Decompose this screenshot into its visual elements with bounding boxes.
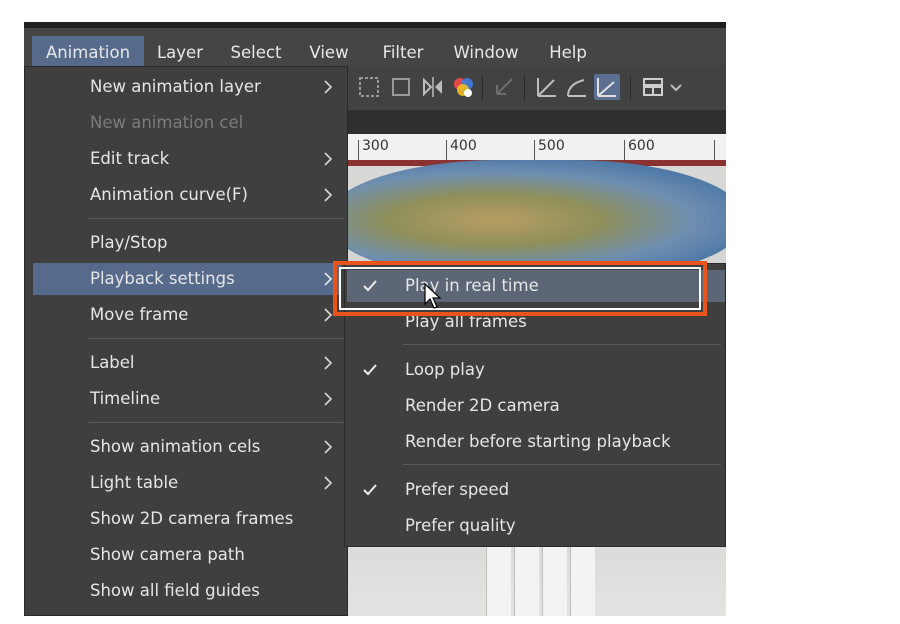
panel-header-band — [346, 110, 726, 134]
menu-bar: Animation Layer Select View Filter Windo… — [24, 22, 726, 72]
radiator-fin — [542, 545, 567, 616]
menu-item-show-2d-camera-frames[interactable]: Show 2D camera frames — [33, 503, 341, 535]
radiator-fin — [486, 545, 511, 616]
curve-ruler-icon[interactable] — [564, 74, 590, 100]
checkmark-icon — [363, 354, 379, 386]
mouse-pointer-icon — [424, 283, 442, 309]
ruler-major-tick — [714, 140, 715, 160]
rectangle-icon[interactable] — [388, 74, 414, 100]
menu-item-playback-settings[interactable]: Playback settings — [33, 263, 341, 295]
menu-item-label: New animation cel — [90, 113, 244, 132]
selection-area-icon[interactable] — [356, 74, 382, 100]
submenu-item-prefer-speed[interactable]: Prefer speed — [347, 474, 725, 506]
radiator-fin — [514, 545, 539, 616]
ruler-label-400: 400 — [450, 138, 477, 154]
ruler-label-500: 500 — [538, 138, 565, 154]
submenu-item-label: Prefer speed — [405, 480, 510, 499]
menu-item-label: Light table — [90, 473, 179, 492]
menu-item-label-submenu[interactable]: Label — [33, 347, 341, 379]
toolbar-separator — [524, 76, 525, 100]
menu-item-label: Show 2D camera frames — [90, 509, 294, 528]
menu-separator — [89, 218, 343, 219]
chevron-right-icon — [323, 347, 335, 379]
ruler-major-tick — [624, 140, 625, 160]
menu-item-show-all-field-guides[interactable]: Show all field guides — [33, 575, 341, 607]
menu-item-edit-track[interactable]: Edit track — [33, 143, 341, 175]
flip-horizontal-icon[interactable] — [420, 74, 446, 100]
submenu-item-label: Prefer quality — [405, 516, 516, 535]
menu-separator — [89, 338, 343, 339]
toolbar — [346, 66, 726, 110]
ruler-label-600: 600 — [628, 138, 655, 154]
menu-item-label: Timeline — [90, 389, 161, 408]
toolbar-separator — [482, 76, 483, 100]
menu-item-label: Edit track — [90, 149, 170, 168]
ruler-label-300: 300 — [362, 138, 389, 154]
menu-item-label: Play/Stop — [90, 233, 168, 252]
menu-separator — [89, 422, 343, 423]
menu-item-label: Show camera path — [90, 545, 245, 564]
callout-inner-border — [339, 267, 701, 310]
submenu-item-label: Loop play — [405, 360, 485, 379]
submenu-item-loop-play[interactable]: Loop play — [347, 354, 725, 386]
checkmark-icon — [363, 474, 379, 506]
menu-item-timeline[interactable]: Timeline — [33, 383, 341, 415]
chevron-right-icon — [323, 431, 335, 463]
menu-item-show-camera-path[interactable]: Show camera path — [33, 539, 341, 571]
submenu-item-render-before-playback[interactable]: Render before starting playback — [347, 426, 725, 458]
radiator-fin — [570, 545, 595, 616]
chevron-right-icon — [323, 179, 335, 211]
print-layout-icon[interactable] — [640, 74, 666, 100]
chevron-right-icon — [323, 143, 335, 175]
ruler-draw-icon[interactable] — [534, 74, 560, 100]
canvas-ruler: 300 400 500 600 — [346, 134, 726, 160]
submenu-item-label: Render before starting playback — [405, 432, 671, 451]
chevron-right-icon — [323, 71, 335, 103]
menu-item-label: Label — [90, 353, 135, 372]
menu-separator — [403, 344, 721, 345]
menu-item-light-table[interactable]: Light table — [33, 467, 341, 499]
snap-ruler-icon[interactable] — [594, 74, 620, 100]
chevron-right-icon — [323, 467, 335, 499]
chevron-down-icon[interactable] — [668, 74, 684, 100]
menu-item-new-animation-cel: New animation cel — [33, 107, 341, 139]
toolbar-separator — [630, 76, 631, 100]
chevron-right-icon — [323, 383, 335, 415]
highlight-callout-box — [333, 261, 707, 316]
ruler-major-tick — [534, 140, 535, 160]
menu-item-label: Show all field guides — [90, 581, 260, 600]
menu-item-animation-curve[interactable]: Animation curve(F) — [33, 179, 341, 211]
menu-item-new-animation-layer[interactable]: New animation layer — [33, 71, 341, 103]
submenu-item-label: Render 2D camera — [405, 396, 560, 415]
animation-menu: New animation layer New animation cel Ed… — [24, 66, 348, 616]
ruler-major-tick — [446, 140, 447, 160]
menu-item-show-animation-cels[interactable]: Show animation cels — [33, 431, 341, 463]
color-mix-icon[interactable] — [450, 74, 476, 100]
submenu-item-render-2d-camera[interactable]: Render 2D camera — [347, 390, 725, 422]
menu-separator — [403, 464, 721, 465]
menu-item-label: Playback settings — [90, 269, 235, 288]
menu-item-label: Animation curve(F) — [90, 185, 248, 204]
menu-item-move-frame[interactable]: Move frame — [33, 299, 341, 331]
transform-icon[interactable] — [492, 74, 518, 100]
menu-item-label: New animation layer — [90, 77, 261, 96]
menu-item-play-stop[interactable]: Play/Stop — [33, 227, 341, 259]
menu-item-label: Move frame — [90, 305, 189, 324]
submenu-item-prefer-quality[interactable]: Prefer quality — [347, 510, 725, 542]
menu-item-label: Show animation cels — [90, 437, 261, 456]
ruler-major-tick — [358, 140, 359, 160]
